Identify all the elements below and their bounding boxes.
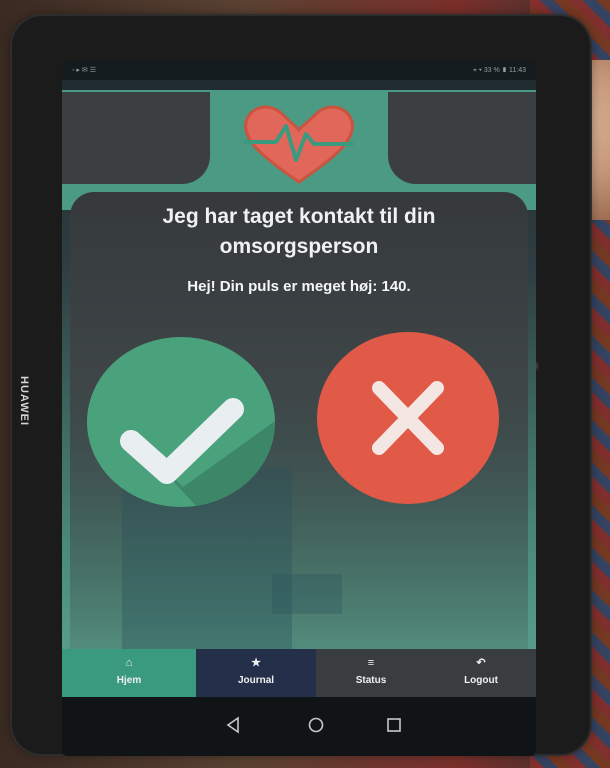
recent-apps-icon[interactable] [384,715,404,735]
nav-logout[interactable]: ↶ Logout [426,649,536,697]
headline-line-2: omsorgsperson [219,235,379,258]
app-screen: ◦ ▸ ✉ ☰ ⌖ ▾ 33 % ▮ 11:43 Jeg har taget k… [62,62,536,756]
confirm-button[interactable] [87,337,275,507]
nav-status[interactable]: ≡ Status [316,649,426,697]
screen-reflection-2 [272,574,342,614]
nav-logout-label: Logout [464,675,498,686]
status-bar: ◦ ▸ ✉ ☰ ⌖ ▾ 33 % ▮ 11:43 [62,62,536,80]
device-brand: HUAWEI [18,376,30,426]
bottom-nav: ⌂ Hjem ★ Journal ≡ Status ↶ Logout [62,649,536,697]
home-circle-icon[interactable] [306,715,326,735]
home-icon: ⌂ [125,657,133,669]
nav-journal-label: Journal [237,675,275,686]
star-icon: ★ [251,657,261,669]
header-card-right [388,92,536,184]
close-icon [372,381,444,455]
photo-scene: HUAWEI ◦ ▸ ✉ ☰ ⌖ ▾ 33 % ▮ 11:43 Jeg har … [0,0,610,768]
nav-home-label: Hjem [116,675,142,686]
heart-pulse-logo-icon [244,105,354,184]
cancel-button[interactable] [317,332,499,504]
status-bar-right: ⌖ ▾ 33 % ▮ 11:43 [473,67,526,74]
header-card-left [62,92,210,184]
headline: Jeg har taget kontakt til din omsorgsper… [62,202,536,262]
tablet-device: HUAWEI ◦ ▸ ✉ ☰ ⌖ ▾ 33 % ▮ 11:43 Jeg har … [12,16,590,756]
undo-icon: ↶ [476,657,486,669]
heart-rate-message: Hej! Din puls er meget høj: 140. [187,278,411,295]
nav-journal[interactable]: ★ Journal [196,649,316,697]
headline-line-1: Jeg har taget kontakt til din [162,205,436,228]
back-icon[interactable] [224,715,244,735]
system-nav-bar [62,697,536,756]
status-bar-left: ◦ ▸ ✉ ☰ [72,67,96,74]
menu-icon: ≡ [367,657,375,669]
nav-home[interactable]: ⌂ Hjem [62,649,196,697]
checkmark-icon [120,398,275,507]
nav-status-label: Status [355,675,387,686]
